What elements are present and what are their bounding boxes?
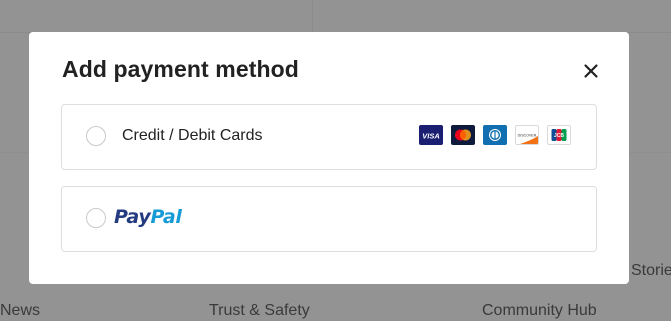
radio-button[interactable]: [86, 208, 106, 228]
mastercard-icon: [451, 125, 475, 145]
payment-option-credit-debit-cards[interactable]: Credit / Debit Cards VISA DISCOVER JCB: [61, 104, 597, 170]
discover-icon: DISCOVER: [515, 125, 539, 145]
paypal-logo-pay: Pay: [114, 206, 151, 228]
diners-club-icon: [483, 125, 507, 145]
footer-link-news[interactable]: News: [0, 302, 40, 320]
divider: [312, 0, 313, 32]
footer-link-community-hub[interactable]: Community Hub: [482, 302, 597, 320]
visa-logo-text: VISA: [422, 132, 440, 141]
option-label: Credit / Debit Cards: [122, 127, 263, 144]
footer-link-trust-safety[interactable]: Trust & Safety: [209, 302, 310, 320]
footer-link-stories[interactable]: Stories: [631, 262, 671, 280]
jcb-icon: JCB: [547, 125, 571, 145]
discover-logo-text: DISCOVER: [518, 134, 537, 138]
close-icon: [580, 60, 602, 82]
add-payment-method-dialog: Add payment method Credit / Debit Cards …: [29, 32, 629, 284]
dialog-title: Add payment method: [62, 56, 299, 82]
payment-option-paypal[interactable]: PayPal: [61, 186, 597, 252]
paypal-logo-pal: Pal: [150, 206, 182, 228]
jcb-logo-text: JCB: [554, 133, 564, 139]
paypal-logo: PayPal: [114, 206, 182, 228]
visa-icon: VISA: [419, 125, 443, 145]
radio-button[interactable]: [86, 126, 106, 146]
close-button[interactable]: [580, 60, 602, 82]
